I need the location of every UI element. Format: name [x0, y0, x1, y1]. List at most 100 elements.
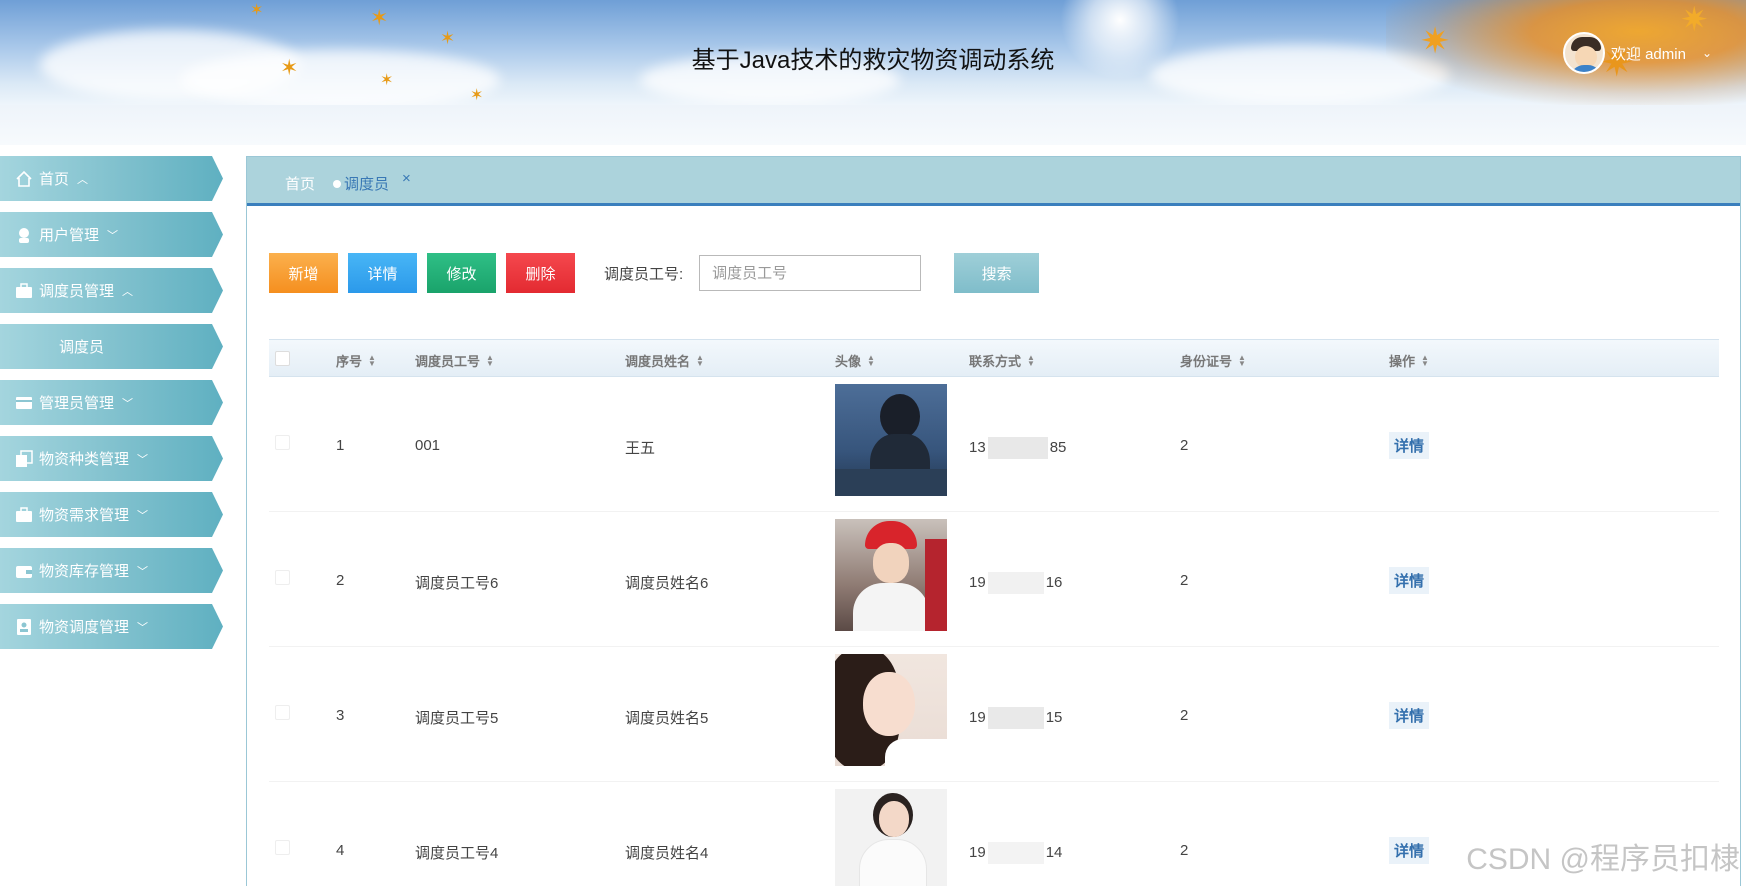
detail-button[interactable]: 详情	[348, 253, 417, 293]
tab-home[interactable]: 首页	[285, 173, 315, 194]
sidebar-item-label: 物资需求管理	[39, 507, 130, 524]
row-detail-link[interactable]: 详情	[1389, 432, 1430, 459]
leaf-icon: ✶	[470, 87, 484, 104]
cell-code: 001	[415, 437, 441, 454]
row-detail-link[interactable]: 详情	[1389, 837, 1430, 864]
wallet-icon	[15, 562, 33, 580]
dispatcher-table: 序号 ▲ ▼ 调度员工号 ▲ ▼ 调度员姓名 ▲ ▼ 头像 ▲ ▼ 联系方式 ▲ ▼ 身份证号 ▲ ▼ …	[269, 339, 1719, 886]
cell-id-card: 2	[1180, 437, 1189, 454]
main-panel: 首页 调度员 × 新增 详情 修改 删除 调度员工号: 搜索 序号▲▼ 调度员工…	[246, 156, 1741, 886]
sidebar-item-dispatcher-management[interactable]: 调度员管理 ︿	[0, 268, 223, 313]
sidebar-item-admin-management[interactable]: 管理员管理 ﹀	[0, 380, 223, 425]
row-detail-link[interactable]: 详情	[1389, 702, 1430, 729]
chevron-down-icon: ﹀	[137, 621, 149, 634]
id-badge-icon	[15, 618, 33, 636]
column-header[interactable]: 调度员姓名 ▲ ▼	[625, 351, 704, 370]
delete-button[interactable]: 删除	[506, 253, 575, 293]
chevron-down-icon: ﹀	[137, 453, 149, 466]
sort-icon[interactable]: ▲ ▼	[1238, 353, 1246, 367]
table-row[interactable]: 3 调度员工号5 调度员姓名5 19 15 2 详情	[269, 647, 1719, 782]
edit-button[interactable]: 修改	[427, 253, 496, 293]
sidebar-subitem-dispatcher[interactable]: 调度员	[0, 324, 223, 369]
row-checkbox[interactable]	[275, 705, 290, 720]
toolbar: 新增 详情 修改 删除 调度员工号: 搜索	[269, 252, 1040, 294]
add-button[interactable]: 新增	[269, 253, 338, 293]
search-button[interactable]: 搜索	[954, 253, 1040, 293]
cell-index: 2	[336, 572, 345, 589]
cell-index: 3	[336, 707, 345, 724]
user-menu[interactable]: 欢迎 admin ⌄	[1562, 32, 1712, 74]
sidebar-item-label: 物资库存管理	[39, 563, 130, 580]
column-header[interactable]: 头像 ▲ ▼	[835, 351, 875, 370]
cell-id-card: 2	[1180, 572, 1189, 589]
cell-phone: 19 16	[969, 572, 1062, 594]
masked-block	[987, 572, 1044, 594]
sort-icon[interactable]: ▲ ▼	[1027, 353, 1035, 367]
sort-icon[interactable]: ▲ ▼	[867, 353, 875, 367]
masked-block	[987, 707, 1044, 729]
cell-name: 王五	[625, 440, 656, 457]
column-header[interactable]: 操作 ▲ ▼	[1389, 351, 1429, 370]
cell-name: 调度员姓名6	[625, 575, 709, 592]
row-checkbox[interactable]	[275, 570, 290, 585]
tab-dispatcher[interactable]: 调度员	[333, 173, 389, 194]
sort-icon[interactable]: ▲ ▼	[696, 353, 704, 367]
search-label: 调度员工号:	[604, 265, 684, 283]
tab-label: 调度员	[344, 176, 390, 193]
sidebar-item-material-inventory[interactable]: 物资库存管理 ﹀	[0, 548, 223, 593]
user-avatar[interactable]	[1562, 32, 1605, 74]
cell-code: 调度员工号6	[415, 575, 499, 592]
chevron-down-icon[interactable]: ⌄	[1702, 46, 1712, 60]
table-row[interactable]: 1 001 王五 13 85 2 详情	[269, 377, 1719, 512]
active-dot-icon	[333, 179, 341, 188]
sidebar-item-label: 调度员	[58, 339, 104, 356]
search-input[interactable]	[699, 255, 922, 291]
sidebar-item-label: 首页	[39, 171, 70, 188]
sidebar-item-material-demand[interactable]: 物资需求管理 ﹀	[0, 492, 223, 537]
leaf-icon: ✶	[250, 2, 264, 19]
avatar-photo	[835, 654, 947, 766]
sidebar-item-home[interactable]: 首页 ︿	[0, 156, 223, 201]
table-header: 序号 ▲ ▼ 调度员工号 ▲ ▼ 调度员姓名 ▲ ▼ 头像 ▲ ▼ 联系方式 ▲ ▼ 身份证号 ▲ ▼ …	[269, 339, 1719, 377]
sidebar-item-label: 物资种类管理	[39, 451, 130, 468]
chevron-down-icon: ﹀	[137, 509, 149, 522]
row-detail-link[interactable]: 详情	[1389, 567, 1430, 594]
cell-phone: 13 85	[969, 437, 1066, 459]
sidebar-item-material-dispatch[interactable]: 物资调度管理 ﹀	[0, 604, 223, 649]
watermark: CSDN @程序员扣棣	[1466, 843, 1740, 876]
sidebar-item-material-category[interactable]: 物资种类管理 ﹀	[0, 436, 223, 481]
sort-icon[interactable]: ▲ ▼	[368, 353, 376, 367]
header-subbar	[0, 105, 1746, 145]
user-icon	[15, 226, 33, 244]
cell-phone: 19 14	[969, 842, 1062, 864]
cell-index: 4	[336, 842, 345, 859]
row-checkbox[interactable]	[275, 435, 290, 450]
avatar-photo	[835, 384, 947, 496]
column-header[interactable]: 调度员工号 ▲ ▼	[415, 351, 494, 370]
sidebar-item-label: 物资调度管理	[39, 619, 130, 636]
sort-icon[interactable]: ▲ ▼	[486, 353, 494, 367]
cell-id-card: 2	[1180, 707, 1189, 724]
masked-block	[987, 842, 1044, 864]
chevron-down-icon: ﹀	[122, 397, 134, 410]
avatar-photo	[835, 519, 947, 631]
cell-phone: 19 15	[969, 707, 1062, 729]
column-header[interactable]: 身份证号 ▲ ▼	[1180, 351, 1246, 370]
column-header[interactable]: 联系方式 ▲ ▼	[969, 351, 1035, 370]
column-header[interactable]: 序号 ▲ ▼	[336, 351, 376, 370]
copy-icon	[15, 449, 33, 468]
select-all-checkbox[interactable]	[275, 351, 290, 366]
tab-bar: 首页 调度员 ×	[247, 157, 1740, 206]
masked-block	[987, 437, 1048, 459]
chevron-up-icon: ︿	[122, 285, 134, 298]
cell-code: 调度员工号4	[415, 845, 499, 862]
home-icon	[15, 170, 33, 188]
header-banner: ✶ ✶ ✶ ✶ ✶ ✶ ✷ ✷ ✷ 基于Java技术的救灾物资调动系统 欢迎 a…	[0, 0, 1746, 105]
sort-icon[interactable]: ▲ ▼	[1421, 353, 1429, 367]
sidebar-item-label: 调度员管理	[39, 283, 115, 300]
close-icon[interactable]: ×	[402, 170, 411, 187]
row-checkbox[interactable]	[275, 840, 290, 855]
table-row[interactable]: 2 调度员工号6 调度员姓名6 19 16 2 详情	[269, 512, 1719, 647]
avatar-photo	[835, 789, 947, 886]
sidebar-item-user-management[interactable]: 用户管理 ﹀	[0, 212, 223, 257]
